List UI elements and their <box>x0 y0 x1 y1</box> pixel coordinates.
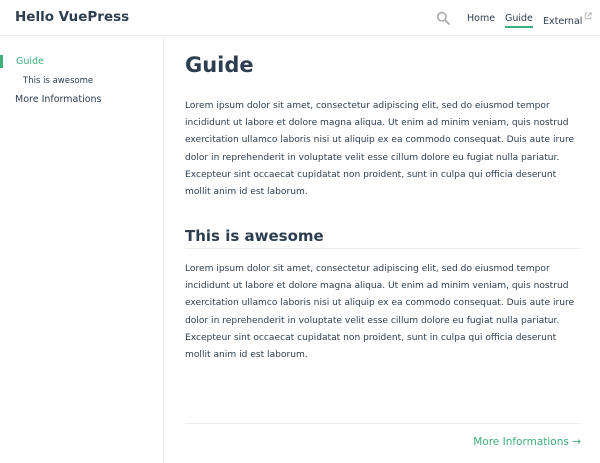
navbar: Hello VuePress Home Guide External <box>0 0 600 36</box>
page-nav-divider <box>185 423 581 424</box>
sidebar-item-guide[interactable]: Guide <box>0 55 163 68</box>
paragraph-intro: Lorem ipsum dolor sit amet, consectetur … <box>185 101 575 198</box>
next-page-link[interactable]: More Informations → <box>473 436 581 448</box>
external-link-icon <box>585 12 593 20</box>
nav-link-guide[interactable]: Guide <box>505 12 533 28</box>
nav-link-external[interactable]: External <box>543 12 593 28</box>
site-name-link[interactable]: Hello VuePress <box>15 9 129 25</box>
nav-link-external-label: External <box>543 16 583 27</box>
page-title: Guide <box>185 53 254 77</box>
sidebar-item-more-informations[interactable]: More Informations <box>15 93 102 106</box>
nav-link-home[interactable]: Home <box>467 12 495 25</box>
sidebar-subitem-this-is-awesome[interactable]: This is awesome <box>23 75 93 88</box>
paragraph-section: Lorem ipsum dolor sit amet, consectetur … <box>185 264 575 361</box>
search-icon[interactable] <box>436 11 450 25</box>
section-heading-this-is-awesome: This is awesome <box>185 227 581 249</box>
sidebar: Guide This is awesome More Informations <box>0 36 164 463</box>
